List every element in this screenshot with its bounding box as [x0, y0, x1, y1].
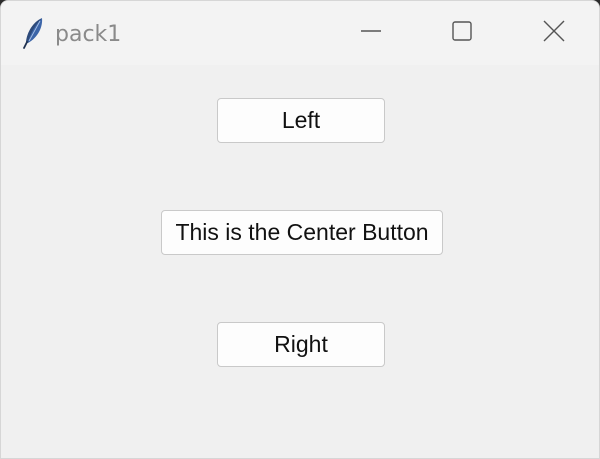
maximize-button[interactable] — [439, 13, 485, 53]
feather-icon — [21, 16, 47, 50]
right-button[interactable]: Right — [217, 322, 385, 367]
maximize-icon — [451, 20, 473, 46]
close-button[interactable] — [531, 13, 577, 53]
title-bar[interactable]: pack1 — [1, 1, 599, 65]
center-button[interactable]: This is the Center Button — [161, 210, 443, 255]
app-window: pack1 Left This is the Center Button Rig… — [0, 0, 600, 459]
minimize-button[interactable] — [348, 13, 394, 53]
window-title: pack1 — [55, 22, 122, 47]
client-area: Left This is the Center Button Right — [1, 65, 599, 458]
close-icon — [542, 19, 566, 47]
minimize-icon — [360, 20, 382, 46]
left-button[interactable]: Left — [217, 98, 385, 143]
